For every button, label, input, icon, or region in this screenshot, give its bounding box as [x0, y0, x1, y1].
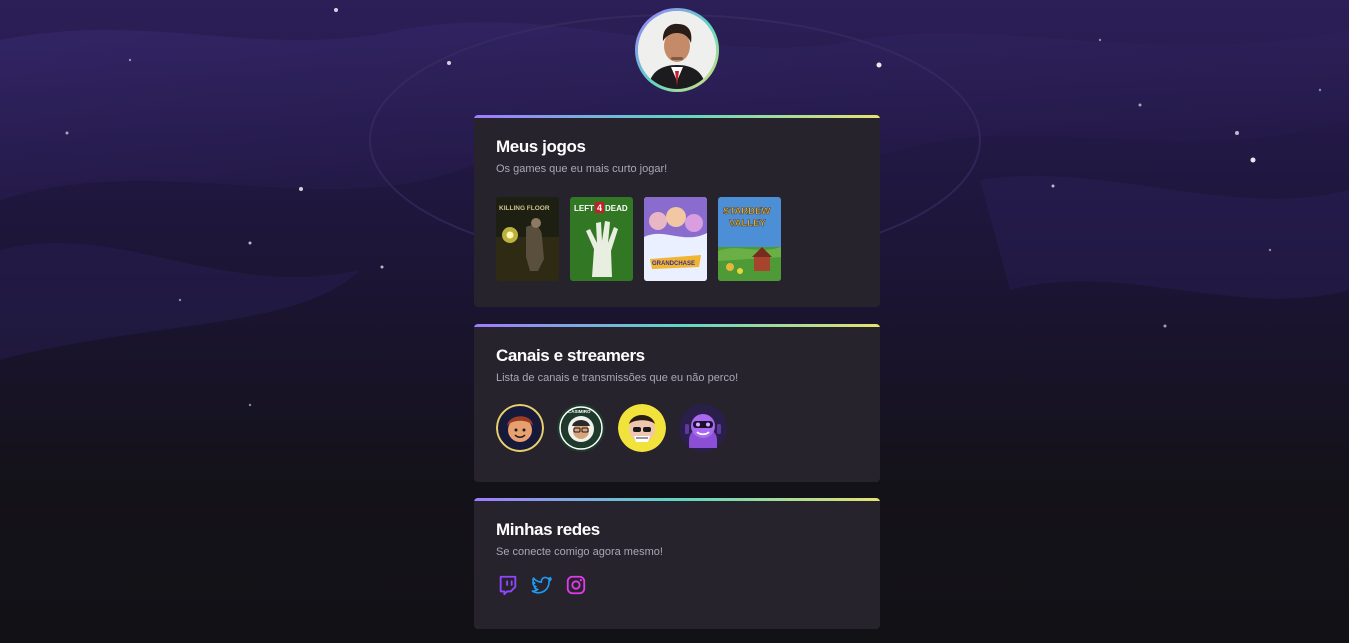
socials-card: Minhas redes Se conecte comigo agora mes…	[474, 498, 880, 629]
instagram-link[interactable]	[564, 573, 588, 597]
game-cover-stardew-valley[interactable]: STARDEW VALLEY	[718, 197, 781, 281]
game-cover-killing-floor[interactable]: KILLING FLOOR	[496, 197, 559, 281]
channel-avatar-4[interactable]	[679, 404, 727, 452]
channel-avatar-casimiro[interactable]: CASIMIRO	[557, 404, 605, 452]
channels-subtitle: Lista de canais e transmissões que eu nã…	[496, 372, 739, 384]
profile-photo	[638, 11, 716, 89]
twitch-icon	[499, 575, 517, 596]
games-list: KILLING FLOOR LEFT 4 DEAD GRANDCHASE STA…	[496, 197, 858, 281]
channels-title: Canais e streamers	[496, 346, 645, 365]
channel-avatar-1[interactable]	[496, 404, 544, 452]
l4d-dead-text: DEAD	[605, 204, 628, 213]
twitter-icon	[531, 576, 552, 594]
instagram-icon	[566, 575, 586, 595]
grandchase-logo: GRANDCHASE	[652, 261, 695, 267]
channels-card: Canais e streamers Lista de canais e tra…	[474, 324, 880, 482]
game-cover-grandchase[interactable]: GRANDCHASE	[644, 197, 707, 281]
profile-avatar	[635, 8, 719, 92]
twitch-link[interactable]	[496, 573, 520, 597]
games-subtitle: Os games que eu mais curto jogar!	[496, 163, 668, 175]
l4d-number-text: 4	[597, 203, 602, 213]
l4d-left-text: LEFT	[574, 204, 594, 213]
socials-title: Minhas redes	[496, 520, 600, 539]
stardew-text: STARDEW	[723, 206, 770, 217]
channel-avatar-3[interactable]	[618, 404, 666, 452]
channels-list: CASIMIRO	[496, 404, 858, 452]
games-title: Meus jogos	[496, 137, 586, 156]
socials-subtitle: Se conecte comigo agora mesmo!	[496, 546, 663, 558]
socials-list	[496, 573, 858, 597]
casimiro-ring-text: CASIMIRO	[568, 409, 591, 414]
twitter-link[interactable]	[530, 573, 554, 597]
killing-floor-logo: KILLING FLOOR	[499, 205, 550, 212]
valley-text: VALLEY	[729, 218, 766, 229]
games-card: Meus jogos Os games que eu mais curto jo…	[474, 115, 880, 307]
game-cover-left-4-dead[interactable]: LEFT 4 DEAD	[570, 197, 633, 281]
